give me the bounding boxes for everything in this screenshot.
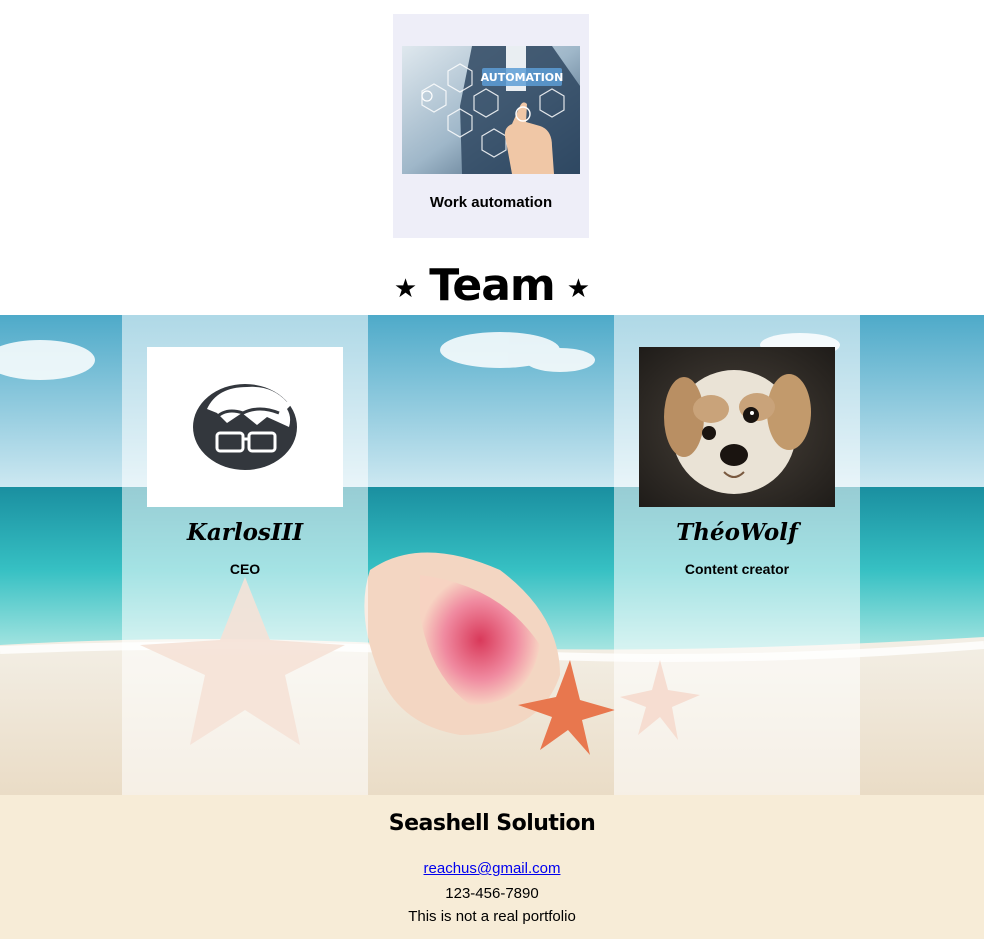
footer-note: This is not a real portfolio	[408, 908, 576, 925]
member-avatar	[639, 347, 835, 507]
team-member-card: ThéoWolf Content creator	[614, 315, 860, 795]
team-section: KarlosIII CEO ThéoWolf Content creator	[0, 315, 984, 795]
glasses-avatar-icon	[193, 384, 297, 470]
service-caption: Work automation	[429, 194, 553, 211]
member-role: Content creator	[684, 561, 790, 577]
star-icon: ★	[393, 273, 418, 303]
footer-title: Seashell Solution	[388, 811, 596, 836]
member-name: ThéoWolf	[676, 519, 798, 546]
email-link[interactable]: reachus@gmail.com	[424, 860, 561, 877]
footer-email: reachus@gmail.com	[0, 860, 984, 877]
footer: Seashell Solution reachus@gmail.com 123-…	[0, 795, 984, 939]
member-name: KarlosIII	[186, 519, 304, 546]
team-heading: ★ Team ★	[0, 256, 984, 314]
member-avatar	[147, 347, 343, 507]
dog-photo	[639, 347, 835, 507]
automation-image: AUTOMATION	[402, 46, 580, 174]
automation-image-text: AUTOMATION	[481, 71, 564, 84]
member-role: CEO	[229, 561, 261, 577]
team-title: Team	[429, 259, 556, 311]
team-member-card: KarlosIII CEO	[122, 315, 368, 795]
service-card: AUTOMATION Work automation	[393, 14, 589, 238]
star-icon: ★	[566, 273, 591, 303]
footer-phone: 123-456-7890	[445, 885, 539, 902]
